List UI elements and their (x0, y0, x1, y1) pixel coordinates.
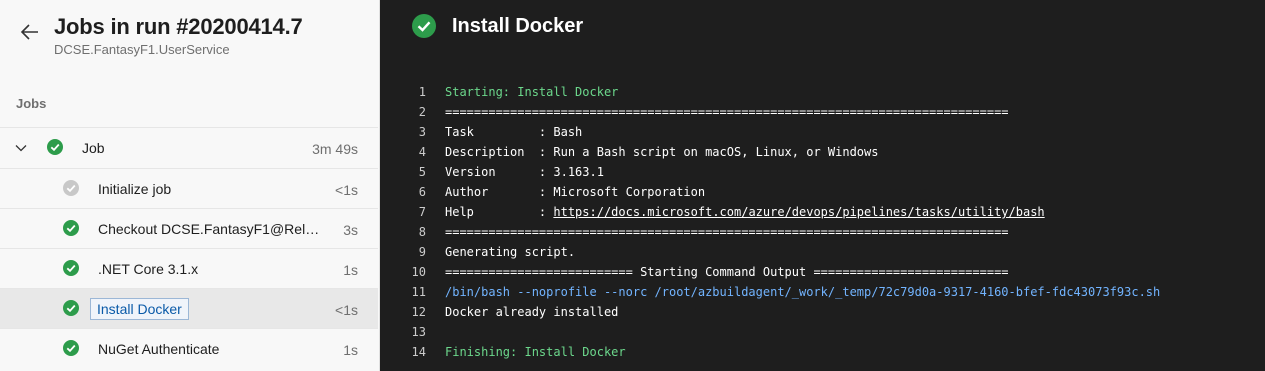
line-number: 2 (418, 105, 426, 119)
line-number: 6 (418, 185, 426, 199)
step-label: Checkout DCSE.FantasyF1@Relea... (98, 221, 320, 237)
log-line: 1 Starting: Install Docker (380, 82, 1265, 102)
line-number: 7 (418, 205, 426, 219)
log-text: ========================== Starting Comm… (445, 265, 1009, 279)
check-circle-icon (412, 14, 436, 38)
line-number: 3 (418, 125, 426, 139)
step-label: Initialize job (98, 181, 172, 197)
log-text: Author : Microsoft Corporation (445, 185, 706, 199)
log-line: 12 Docker already installed (380, 302, 1265, 322)
line-number: 5 (418, 165, 426, 179)
log-text: Docker already installed (445, 305, 619, 319)
check-circle-icon (47, 139, 63, 155)
log-text: Task : Bash (445, 125, 583, 139)
step-row[interactable]: Initialize job <1s (0, 168, 378, 208)
log-text: /bin/bash --noprofile --norc /root/azbui… (445, 285, 1161, 299)
jobs-list: Job 3m 49s Initialize job <1s Checkout D… (0, 127, 378, 368)
step-duration: 1s (343, 342, 358, 358)
check-circle-icon (63, 220, 79, 236)
line-number: 13 (411, 325, 426, 339)
step-row-selected[interactable]: Install Docker <1s (0, 288, 378, 328)
log-line: 8 =======================================… (380, 222, 1265, 242)
check-circle-icon (63, 300, 79, 316)
step-duration: <1s (335, 182, 358, 198)
step-label: .NET Core 3.1.x (98, 261, 199, 277)
job-label: Job (82, 140, 105, 156)
jobs-section-label: Jobs (16, 96, 47, 111)
check-circle-icon (63, 260, 79, 276)
log-text: Generating script. (445, 245, 576, 259)
log-text: Version : 3.163.1 (445, 165, 604, 179)
line-number: 9 (418, 245, 426, 259)
step-row[interactable]: Checkout DCSE.FantasyF1@Relea... 3s (0, 208, 378, 248)
line-number: 12 (411, 305, 426, 319)
job-row[interactable]: Job 3m 49s (0, 127, 378, 168)
line-number: 14 (411, 345, 426, 359)
line-number: 4 (418, 145, 426, 159)
page-title: Jobs in run #20200414.7 (54, 14, 303, 39)
log-line: 5 Version : 3.163.1 (380, 162, 1265, 182)
step-duration: 1s (343, 262, 358, 278)
arrow-left-icon[interactable] (18, 20, 42, 44)
check-circle-icon (63, 340, 79, 356)
log-text: Help : (445, 205, 554, 219)
log-text: Finishing: Install Docker (445, 345, 626, 359)
step-duration: <1s (335, 302, 358, 318)
log-line: 3 Task : Bash (380, 122, 1265, 142)
log-line: 2 =======================================… (380, 102, 1265, 122)
log-text: ========================================… (445, 105, 1009, 119)
log-line: 14 Finishing: Install Docker (380, 342, 1265, 362)
log-output: 1 Starting: Install Docker 2 =============… (380, 82, 1265, 362)
log-line: 9 Generating script. (380, 242, 1265, 262)
log-title: Install Docker (452, 15, 584, 37)
pipeline-name: DCSE.FantasyF1.UserService (54, 42, 230, 57)
step-row[interactable]: NuGet Authenticate 1s (0, 328, 378, 368)
log-text: Starting: Install Docker (445, 85, 619, 99)
step-label: Install Docker (90, 298, 189, 320)
step-row[interactable]: .NET Core 3.1.x 1s (0, 248, 378, 288)
job-duration: 3m 49s (312, 141, 358, 157)
log-line: 7 Help : https://docs.microsoft.com/azure… (380, 202, 1265, 222)
log-panel: Install Docker 1 Starting: Install Docker… (380, 0, 1265, 371)
help-link[interactable]: https://docs.microsoft.com/azure/devops/… (553, 205, 1044, 219)
log-line: 10 ========================== Starting Co… (380, 262, 1265, 282)
pending-circle-icon (63, 180, 79, 196)
log-line: 11/bin/bash --noprofile --norc /root/azb… (380, 282, 1265, 302)
log-text: Description : Run a Bash script on macOS… (445, 145, 879, 159)
log-line: 6 Author : Microsoft Corporation (380, 182, 1265, 202)
line-number: 10 (411, 265, 426, 279)
log-text: ========================================… (445, 225, 1009, 239)
line-number: 1 (418, 85, 426, 99)
log-line: 13 (380, 322, 1265, 342)
log-line: 4 Description : Run a Bash script on macO… (380, 142, 1265, 162)
chevron-down-icon[interactable] (15, 142, 27, 154)
step-duration: 3s (343, 222, 358, 238)
jobs-panel: Jobs in run #20200414.7 DCSE.FantasyF1.U… (0, 0, 380, 371)
step-label: NuGet Authenticate (98, 341, 220, 357)
line-number: 8 (418, 225, 426, 239)
line-number: 11 (411, 285, 426, 299)
